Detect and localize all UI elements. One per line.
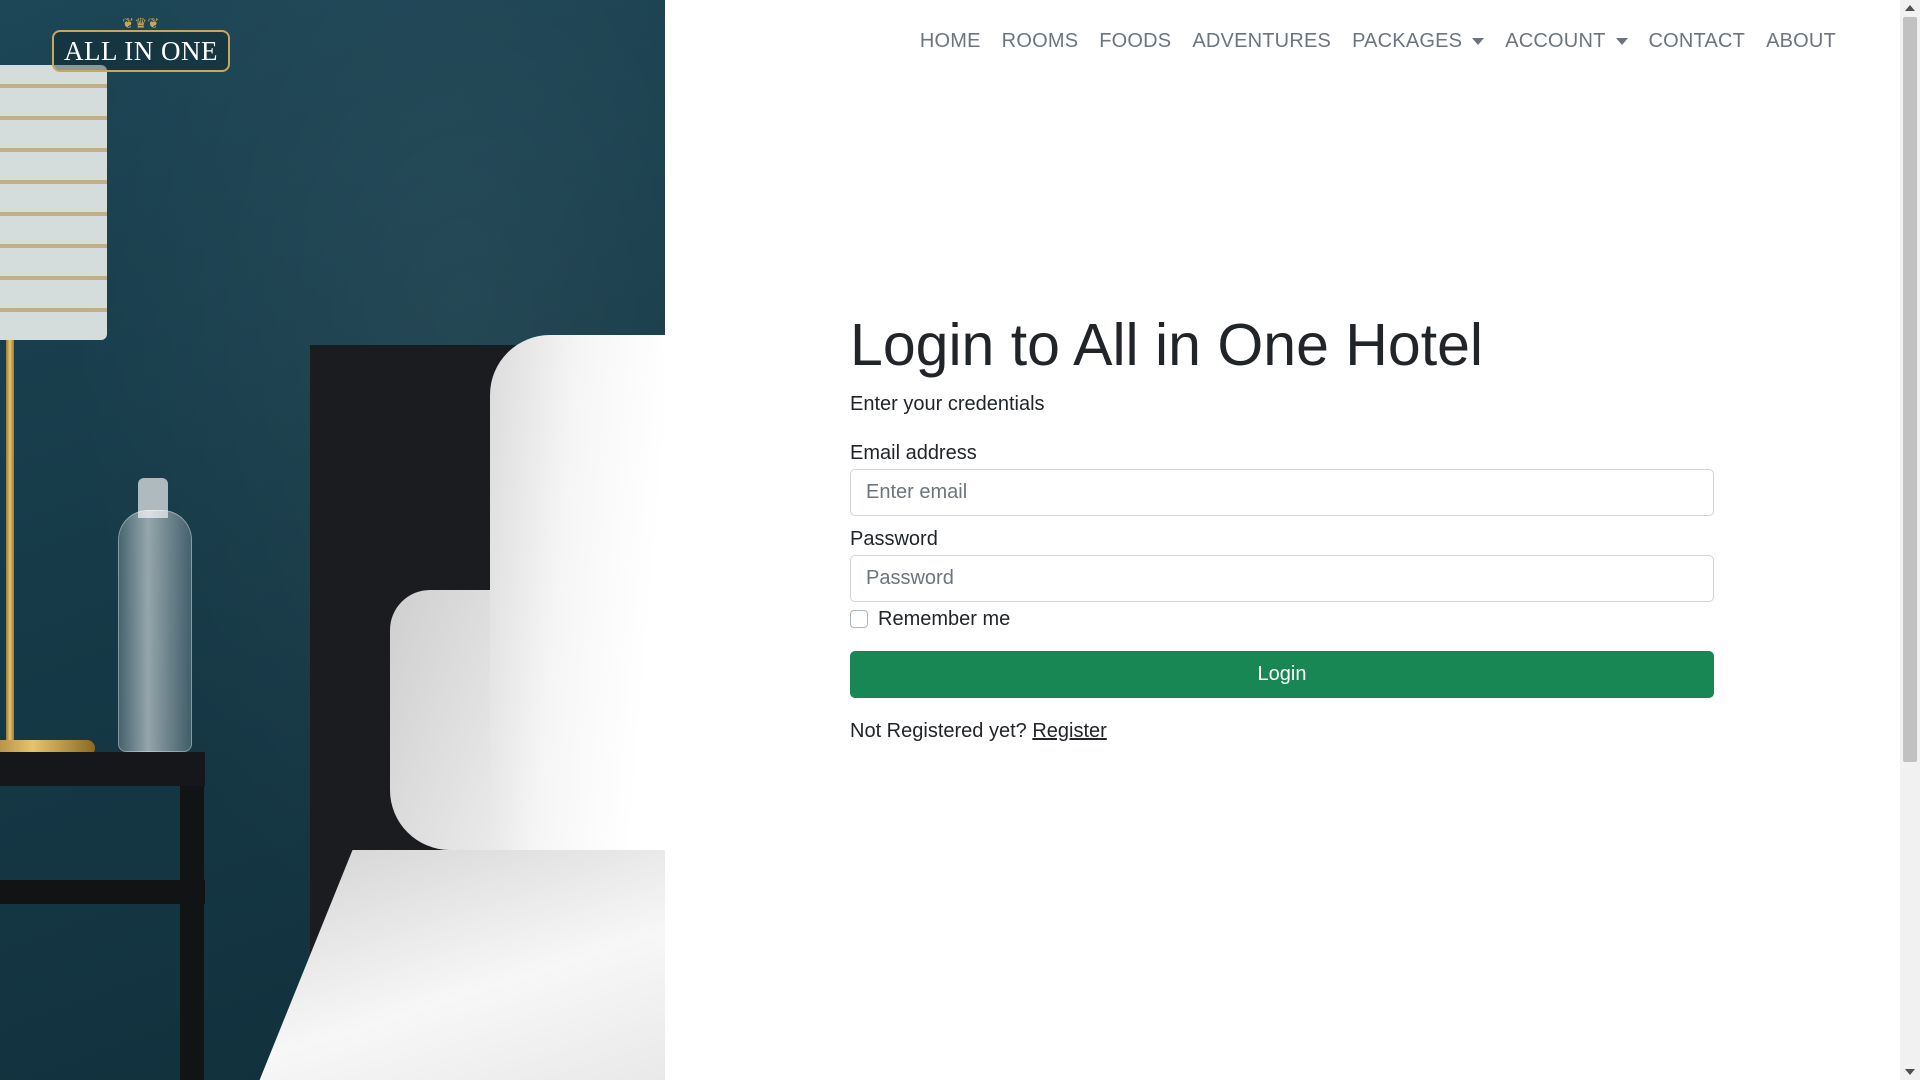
page-subtitle: Enter your credentials [850, 392, 1045, 415]
scroll-thumb[interactable] [1903, 17, 1917, 762]
hero-photo: ❦♛❦ ALL IN ONE [0, 0, 665, 1080]
nav-item-home[interactable]: HOME [920, 30, 981, 53]
login-button[interactable]: Login [850, 650, 1714, 698]
nav-item-label: FOODS [1099, 30, 1172, 52]
login-form: Login to All in One Hotel Enter your cre… [850, 310, 1714, 743]
remember-me-checkbox[interactable] [850, 610, 868, 629]
remember-me-label[interactable]: Remember me [878, 608, 1010, 631]
register-prompt: Not Registered yet? [850, 719, 1027, 742]
nav-item-label: ACCOUNT [1505, 30, 1606, 52]
nav-item-about[interactable]: ABOUT [1766, 30, 1836, 53]
register-link[interactable]: Register [1032, 720, 1106, 742]
nav-item-adventures[interactable]: ADVENTURES [1192, 30, 1331, 53]
page-title: Login to All in One Hotel [850, 312, 1484, 378]
lamp-pole [6, 340, 14, 750]
front-pillow [490, 335, 665, 855]
nav-item-rooms[interactable]: ROOMS [1002, 30, 1079, 53]
lamp-shade [0, 65, 107, 340]
brand-logo[interactable]: ❦♛❦ ALL IN ONE [52, 18, 230, 72]
nightstand-leg [180, 786, 204, 1080]
nightstand-shelf [0, 880, 205, 904]
register-prompt-row: Not Registered yet? Register [850, 720, 1714, 743]
nav-item-account[interactable]: ACCOUNT [1505, 30, 1628, 53]
vertical-scrollbar[interactable] [1900, 0, 1920, 1080]
nav-item-foods[interactable]: FOODS [1099, 30, 1171, 53]
scroll-down-icon[interactable] [1905, 1069, 1915, 1075]
nav-item-contact[interactable]: CONTACT [1649, 30, 1746, 53]
nav-item-label: ROOMS [1001, 30, 1079, 52]
caret-down-icon [1472, 38, 1485, 45]
nightstand-top [0, 752, 205, 786]
crown-ornament-icon: ❦♛❦ [122, 17, 160, 32]
caret-down-icon [1615, 38, 1628, 45]
email-field[interactable] [850, 468, 1714, 516]
password-field[interactable] [850, 554, 1714, 602]
scroll-up-icon[interactable] [1905, 5, 1915, 11]
nav-item-label: CONTACT [1648, 30, 1746, 52]
nav-item-label: ABOUT [1766, 30, 1836, 52]
password-label: Password [850, 527, 938, 550]
main-nav: HOME ROOMS FOODS ADVENTURES PACKAGES ACC… [920, 30, 1836, 53]
nav-item-packages[interactable]: PACKAGES [1352, 30, 1485, 53]
remember-me-row: Remember me [850, 608, 1714, 631]
nav-item-label: ADVENTURES [1192, 30, 1332, 52]
nav-item-label: HOME [919, 30, 981, 52]
glass-bottle [118, 510, 192, 752]
email-label: Email address [850, 441, 977, 464]
logo-text: ALL IN ONE [64, 36, 218, 66]
nav-item-label: PACKAGES [1352, 30, 1463, 52]
